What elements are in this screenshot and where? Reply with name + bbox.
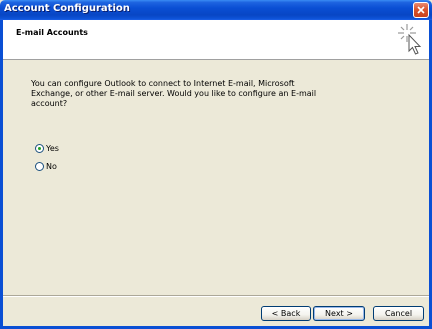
option-yes[interactable]: Yes: [35, 142, 59, 154]
wizard-header: E-mail Accounts: [3, 20, 429, 60]
yes-radio[interactable]: [35, 143, 44, 153]
close-button[interactable]: [413, 2, 429, 18]
next-button[interactable]: Next >: [313, 306, 365, 321]
back-button[interactable]: < Back: [261, 306, 311, 321]
window-title: Account Configuration: [4, 3, 130, 14]
wizard-sparkle-cursor-icon: [398, 24, 422, 55]
no-radio[interactable]: [35, 161, 44, 171]
close-icon: [417, 6, 425, 14]
configuration-message: You can configure Outlook to connect to …: [31, 79, 317, 108]
page-title: E-mail Accounts: [16, 28, 88, 37]
no-label: No: [46, 161, 57, 171]
footer-divider: [3, 295, 429, 297]
window-frame: [0, 20, 432, 329]
option-no[interactable]: No: [35, 160, 57, 172]
cancel-button[interactable]: Cancel: [373, 306, 424, 321]
yes-label: Yes: [46, 143, 59, 153]
title-bar[interactable]: Account Configuration: [0, 0, 432, 20]
